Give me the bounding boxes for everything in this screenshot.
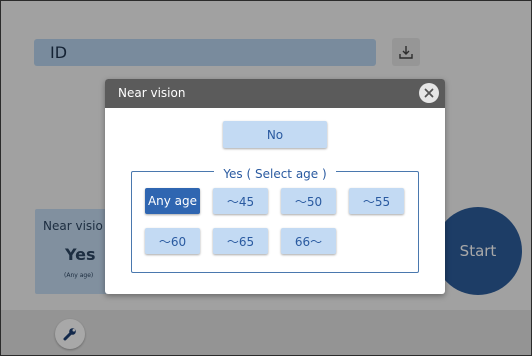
dialog-header: Near vision	[105, 79, 445, 108]
age-option-55[interactable]: ～55	[349, 188, 404, 214]
dialog-title: Near vision	[118, 86, 186, 100]
age-option-label: ～55	[362, 194, 391, 209]
close-button[interactable]	[419, 83, 439, 103]
age-option-any[interactable]: Any age	[145, 188, 200, 214]
age-option-60[interactable]: ～60	[145, 228, 200, 254]
no-button-label: No	[266, 127, 284, 142]
age-option-label: ～50	[294, 194, 323, 209]
age-option-label: ～65	[226, 234, 255, 249]
age-option-65[interactable]: ～65	[213, 228, 268, 254]
age-option-label: ～45	[226, 194, 255, 209]
app-frame: ID Near visio Yes (Any age) Start Near v…	[0, 0, 532, 356]
age-option-label: Any age	[147, 194, 198, 208]
no-button[interactable]: No	[223, 121, 327, 148]
age-group-label: Yes ( Select age )	[214, 167, 336, 181]
near-vision-dialog: Near vision No Yes ( Select age ) Any ag…	[105, 79, 445, 294]
age-option-66[interactable]: 66～	[281, 228, 336, 254]
age-option-label: 66～	[294, 234, 323, 249]
age-option-45[interactable]: ～45	[213, 188, 268, 214]
age-group-legend: Yes ( Select age )	[105, 163, 445, 182]
age-option-50[interactable]: ～50	[281, 188, 336, 214]
age-option-label: ～60	[158, 234, 187, 249]
close-icon	[424, 88, 434, 98]
age-select-group	[131, 171, 419, 273]
